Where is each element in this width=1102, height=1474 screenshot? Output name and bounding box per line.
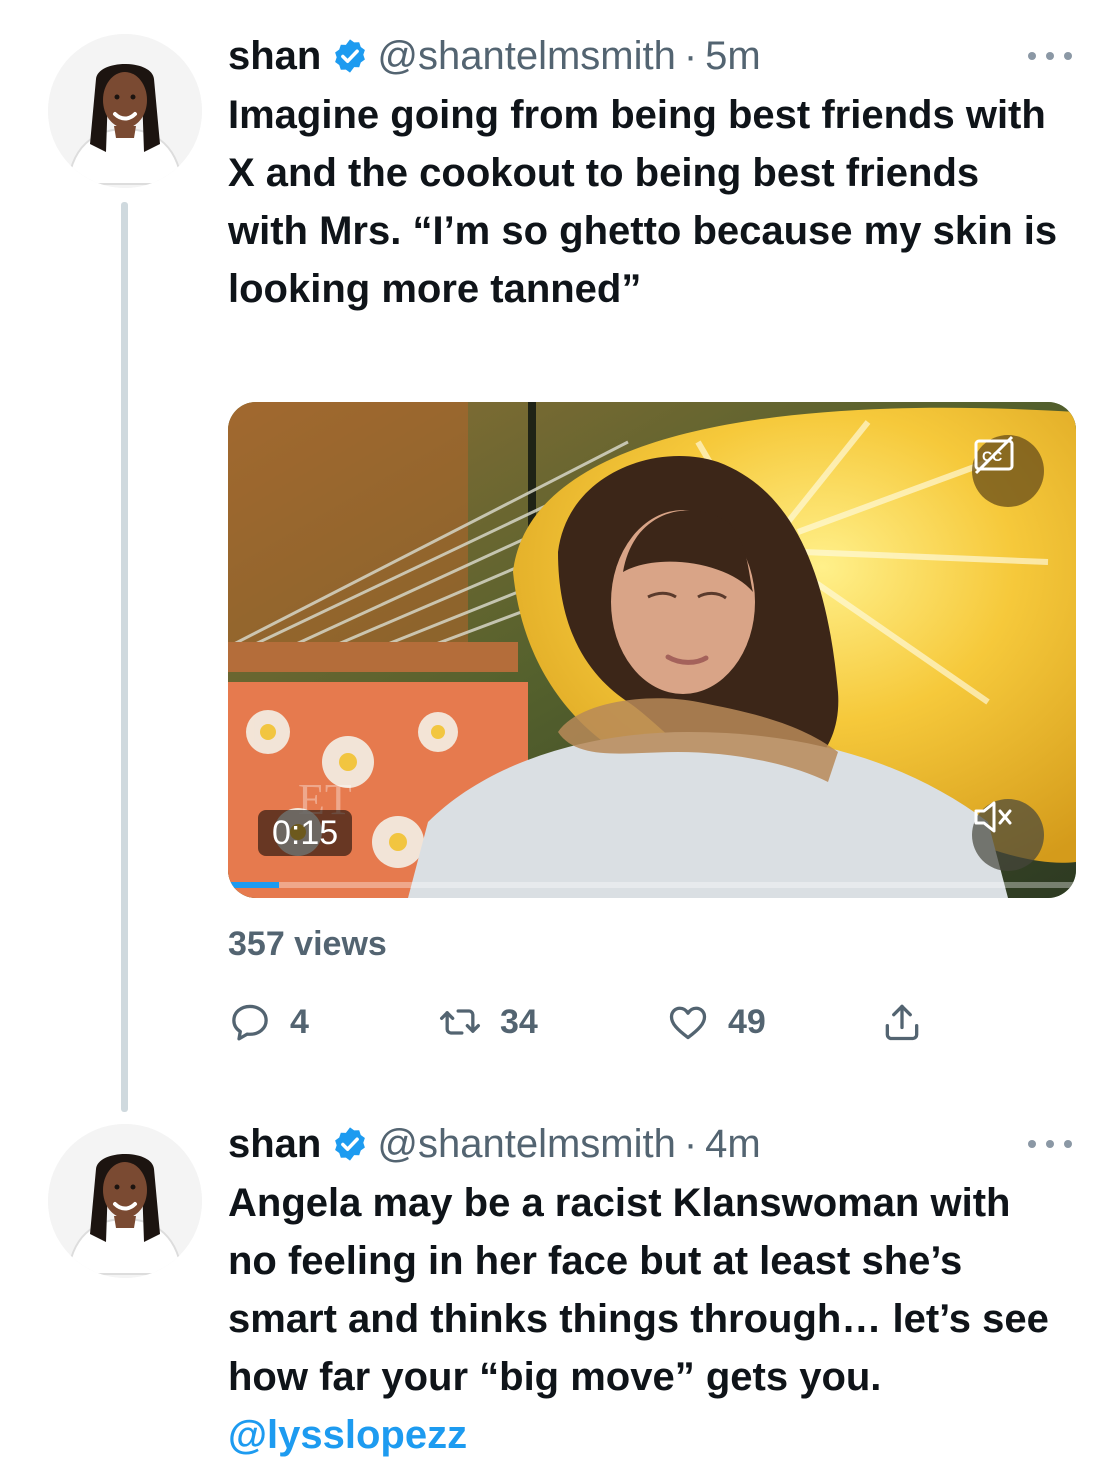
tweet-actions: 4 34 49: [228, 998, 988, 1048]
tweet-text: Imagine going from being best friends wi…: [228, 93, 1069, 311]
video-player[interactable]: ET CC 0:15: [228, 402, 1076, 898]
tweet-timestamp[interactable]: 5m: [705, 34, 761, 79]
mention-link[interactable]: @lysslopezz: [228, 1413, 467, 1457]
author-handle[interactable]: @shantelmsmith: [377, 34, 675, 79]
tweet-header: shan @shantelmsmith · 5m: [228, 34, 761, 78]
tweet-body: Angela may be a racist Klanswoman with n…: [228, 1181, 1060, 1399]
heart-icon: [669, 1006, 707, 1040]
more-options-icon[interactable]: [1028, 46, 1072, 66]
avatar-photo: [48, 34, 202, 188]
retweet-button[interactable]: 34: [438, 998, 538, 1046]
tweet-header: shan @shantelmsmith · 4m: [228, 1122, 761, 1166]
reply-count: 4: [290, 1002, 309, 1041]
reply-icon: [232, 1004, 268, 1041]
thread-connector-line: [121, 202, 128, 1112]
author-avatar[interactable]: [48, 34, 202, 188]
video-frame: ET: [228, 402, 1076, 898]
video-timer: 0:15: [258, 810, 353, 856]
closed-captions-off-icon[interactable]: CC: [972, 435, 1044, 507]
verified-badge-icon: [335, 1127, 366, 1161]
separator-dot: ·: [683, 33, 698, 78]
share-button[interactable]: [880, 998, 942, 1046]
video-progress-bar[interactable]: [228, 882, 1076, 888]
like-button[interactable]: 49: [666, 998, 766, 1046]
retweet-icon: [440, 1009, 480, 1035]
retweet-count: 34: [500, 1002, 538, 1041]
volume-muted-icon[interactable]: [972, 799, 1044, 871]
author-name[interactable]: shan: [228, 34, 321, 79]
view-count[interactable]: 357 views: [228, 925, 387, 964]
verified-badge-icon: [335, 39, 366, 73]
like-count: 49: [728, 1002, 766, 1041]
share-icon: [885, 1004, 919, 1041]
more-options-icon[interactable]: [1028, 1134, 1072, 1154]
video-progress-fill: [228, 882, 279, 888]
tweet-timestamp[interactable]: 4m: [705, 1122, 761, 1167]
tweet-text: Angela may be a racist Klanswoman with n…: [228, 1174, 1068, 1464]
author-avatar[interactable]: [48, 1124, 202, 1278]
author-handle[interactable]: @shantelmsmith: [377, 1122, 675, 1167]
avatar-photo: [48, 1124, 202, 1278]
reply-button[interactable]: 4: [228, 998, 309, 1046]
separator-dot: ·: [683, 1121, 698, 1166]
author-name[interactable]: shan: [228, 1122, 321, 1167]
